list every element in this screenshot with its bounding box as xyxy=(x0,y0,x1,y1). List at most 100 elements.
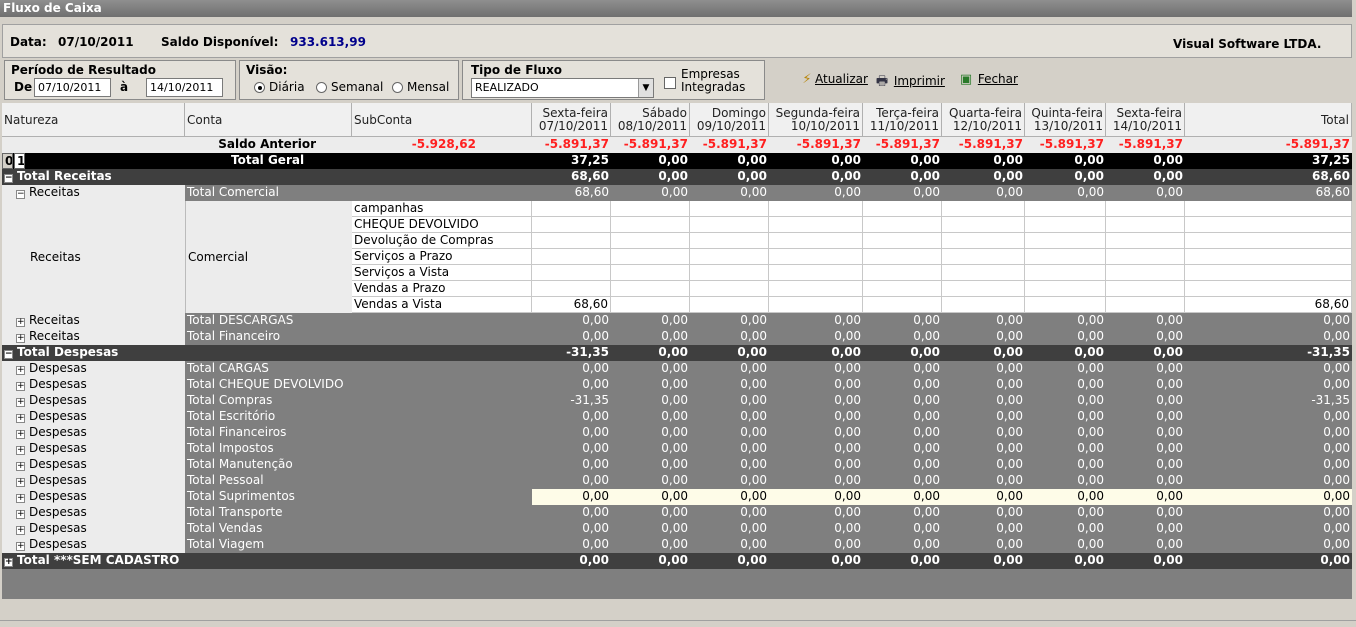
radio-mensal[interactable]: Mensal xyxy=(392,80,449,94)
despesas-row-value: 0,00 xyxy=(942,393,1025,409)
despesas-row-value: 0,00 xyxy=(1025,457,1106,473)
expand-icon[interactable]: + xyxy=(16,526,25,535)
despesas-row-value: 0,00 xyxy=(611,457,690,473)
col-day-1[interactable]: Sábado 08/10/2011 xyxy=(611,103,690,137)
natureza-cell[interactable]: + Despesas xyxy=(2,473,185,489)
collapse-icon[interactable]: − xyxy=(16,190,25,199)
fechar-button[interactable]: ▣ Fechar xyxy=(958,72,1018,87)
despesas-row-value: 0,00 xyxy=(863,489,942,505)
col-conta[interactable]: Conta xyxy=(185,103,352,137)
expand-icon[interactable]: + xyxy=(16,510,25,519)
natureza-cell[interactable]: + Receitas xyxy=(2,313,185,329)
col-day-6[interactable]: Quinta-feira 13/10/2011 xyxy=(1025,103,1106,137)
subconta-value xyxy=(611,217,690,233)
despesas-row-value: 0,00 xyxy=(690,489,769,505)
receitas-row: + Receitas Total Financeiro 0,00 0,00 0,00 0,0… xyxy=(2,329,1352,345)
natureza-cell[interactable]: + Despesas xyxy=(2,393,185,409)
natureza-cell[interactable]: + Receitas xyxy=(2,329,185,345)
despesas-row-value: 0,00 xyxy=(942,537,1025,553)
atualizar-button[interactable]: ⚡ Atualizar xyxy=(799,72,868,87)
natureza-cell[interactable]: + Despesas xyxy=(2,537,185,553)
total-despesas-row-label[interactable]: − Total Despesas xyxy=(2,345,185,361)
expand-icon[interactable]: + xyxy=(16,334,25,343)
natureza-cell[interactable]: + Despesas xyxy=(2,361,185,377)
natureza-cell[interactable]: + Despesas xyxy=(2,377,185,393)
expand-icon[interactable]: + xyxy=(16,398,25,407)
natureza-text: Despesas xyxy=(29,505,87,519)
subconta-value xyxy=(1025,201,1106,217)
date-from-input[interactable]: 07/10/2011 xyxy=(34,78,111,97)
tipo-fluxo-select[interactable]: REALIZADO ▼ xyxy=(471,78,654,98)
expand-icon[interactable]: + xyxy=(16,430,25,439)
total-sem-cadastro-row-value: 0,00 xyxy=(863,553,942,569)
expand-icon[interactable]: + xyxy=(16,494,25,503)
col-day-0[interactable]: Sexta-feira 07/10/2011 xyxy=(532,103,611,137)
col-day-name: Segunda-feira xyxy=(775,106,860,120)
total-despesas-row-conta xyxy=(185,345,352,361)
expand-icon[interactable]: + xyxy=(16,478,25,487)
radio-diaria[interactable]: Diária xyxy=(254,80,305,94)
subconta-value xyxy=(942,297,1025,313)
col-day-5[interactable]: Quarta-feira 12/10/2011 xyxy=(942,103,1025,137)
expand-icon[interactable]: + xyxy=(16,446,25,455)
despesas-row-value: 0,00 xyxy=(611,377,690,393)
total-sem-cadastro-row-label[interactable]: + Total ***SEM CADASTRO xyxy=(2,553,185,569)
subconta-name: Serviços a Prazo xyxy=(352,249,532,265)
subconta-value xyxy=(1025,249,1106,265)
chevron-down-icon[interactable]: ▼ xyxy=(638,79,653,97)
subconta-value xyxy=(690,297,769,313)
despesas-row-value: 0,00 xyxy=(863,441,942,457)
date-to-input[interactable]: 14/10/2011 xyxy=(146,78,223,97)
subconta-value xyxy=(690,233,769,249)
col-total[interactable]: Total xyxy=(1185,103,1352,137)
despesas-row-value: 0,00 xyxy=(690,393,769,409)
despesas-row-value: 0,00 xyxy=(532,473,611,489)
collapse-icon[interactable]: − xyxy=(4,350,13,359)
despesas-row-value: 0,00 xyxy=(863,425,942,441)
collapse-icon[interactable]: − xyxy=(4,174,13,183)
level-1-button[interactable]: 1 xyxy=(14,153,25,169)
subconta-value xyxy=(1106,265,1185,281)
total-receitas-row-label[interactable]: − Total Receitas xyxy=(2,169,185,185)
visao-group: Visão: Diária Semanal Mensal xyxy=(239,60,459,100)
expand-icon[interactable]: + xyxy=(16,542,25,551)
empresas-integradas-checkbox[interactable] xyxy=(664,77,676,89)
level-0-button[interactable]: 0 xyxy=(2,153,13,169)
radio-circle-icon xyxy=(254,82,265,93)
natureza-cell[interactable]: + Despesas xyxy=(2,409,185,425)
col-day-2[interactable]: Domingo 09/10/2011 xyxy=(690,103,769,137)
expand-icon[interactable]: + xyxy=(4,558,13,567)
radio-semanal[interactable]: Semanal xyxy=(316,80,383,94)
natureza-cell[interactable]: + Despesas xyxy=(2,441,185,457)
natureza-cell[interactable]: + Despesas xyxy=(2,457,185,473)
despesas-row-value: 0,00 xyxy=(690,521,769,537)
subconta-value xyxy=(769,217,863,233)
despesas-row-value: 0,00 xyxy=(532,505,611,521)
natureza-cell[interactable]: + Despesas xyxy=(2,505,185,521)
col-natureza[interactable]: Natureza xyxy=(2,103,185,137)
receitas-row-value: 0,00 xyxy=(863,313,942,329)
expand-icon[interactable]: + xyxy=(16,366,25,375)
expand-icon[interactable]: + xyxy=(16,318,25,327)
despesas-row-value: 0,00 xyxy=(942,521,1025,537)
total-receitas-row-value: 0,00 xyxy=(611,169,690,185)
col-day-3[interactable]: Segunda-feira 10/10/2011 xyxy=(769,103,863,137)
natureza-cell[interactable]: − Receitas xyxy=(2,185,185,201)
despesas-row-value: 0,00 xyxy=(1106,393,1185,409)
expand-icon[interactable]: + xyxy=(16,382,25,391)
despesas-row-value: 0,00 xyxy=(1025,505,1106,521)
natureza-cell[interactable]: + Despesas xyxy=(2,489,185,505)
col-day-name: Sexta-feira xyxy=(1116,106,1182,120)
col-day-4[interactable]: Terça-feira 11/10/2011 xyxy=(863,103,942,137)
expand-icon[interactable]: + xyxy=(16,462,25,471)
despesas-row-value: 0,00 xyxy=(769,409,863,425)
despesas-row-value: 0,00 xyxy=(863,473,942,489)
cash-flow-grid[interactable]: Natureza Conta SubConta Sexta-feira 07/10… xyxy=(2,103,1352,599)
col-subconta[interactable]: SubConta xyxy=(352,103,532,137)
col-day-7[interactable]: Sexta-feira 14/10/2011 xyxy=(1106,103,1185,137)
despesas-row-value: 0,00 xyxy=(611,473,690,489)
expand-icon[interactable]: + xyxy=(16,414,25,423)
imprimir-button[interactable]: 🖶 Imprimir xyxy=(874,72,945,94)
natureza-cell[interactable]: + Despesas xyxy=(2,425,185,441)
natureza-cell[interactable]: + Despesas xyxy=(2,521,185,537)
